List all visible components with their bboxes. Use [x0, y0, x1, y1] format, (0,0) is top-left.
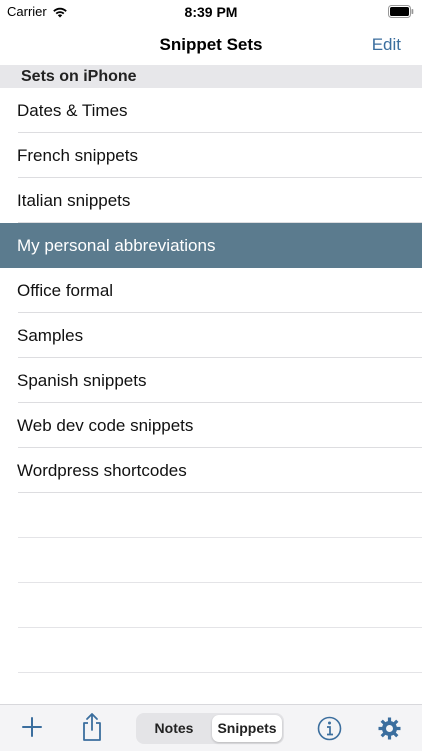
list-item[interactable]: French snippets	[0, 133, 422, 178]
snippet-sets-list: Dates & Times French snippets Italian sn…	[0, 88, 422, 673]
list-item-selected[interactable]: My personal abbreviations	[0, 223, 422, 268]
snippets-segment[interactable]: Snippets	[212, 715, 282, 742]
edit-button[interactable]: Edit	[372, 35, 401, 55]
notes-snippets-segmented-control: Notes Snippets	[136, 713, 284, 744]
info-icon[interactable]	[317, 716, 342, 746]
empty-row	[0, 538, 422, 583]
list-item[interactable]: Office formal	[0, 268, 422, 313]
list-item-label: Web dev code snippets	[17, 416, 194, 435]
list-item-label: Dates & Times	[17, 101, 128, 120]
list-item[interactable]: Dates & Times	[0, 88, 422, 133]
list-item[interactable]: Web dev code snippets	[0, 403, 422, 448]
status-bar: Carrier 8:39 PM	[0, 0, 422, 24]
list-item-label: French snippets	[17, 146, 138, 165]
battery-icon	[388, 5, 414, 21]
list-item-label: Spanish snippets	[17, 371, 147, 390]
share-icon[interactable]	[80, 712, 104, 747]
section-header: Sets on iPhone	[0, 65, 422, 88]
gear-icon[interactable]	[377, 716, 402, 746]
page-title: Snippet Sets	[159, 35, 263, 54]
list-item[interactable]: Samples	[0, 313, 422, 358]
plus-icon[interactable]	[20, 714, 44, 745]
list-item[interactable]: Wordpress shortcodes	[0, 448, 422, 493]
empty-row	[0, 493, 422, 538]
list-item-label: Italian snippets	[17, 191, 131, 210]
empty-row	[0, 628, 422, 673]
list-item[interactable]: Italian snippets	[0, 178, 422, 223]
list-item-label: My personal abbreviations	[17, 236, 216, 255]
navigation-bar: Snippet Sets Edit	[0, 24, 422, 65]
row-divider	[18, 672, 422, 673]
empty-row	[0, 583, 422, 628]
status-time: 8:39 PM	[184, 4, 238, 20]
notes-segment[interactable]: Notes	[138, 715, 210, 742]
list-item-label: Wordpress shortcodes	[17, 461, 187, 480]
list-item-label: Office formal	[17, 281, 114, 300]
section-header-label: Sets on iPhone	[21, 68, 137, 85]
list-item-label: Samples	[17, 326, 84, 345]
bottom-toolbar: Notes Snippets	[0, 704, 422, 751]
list-item[interactable]: Spanish snippets	[0, 358, 422, 403]
